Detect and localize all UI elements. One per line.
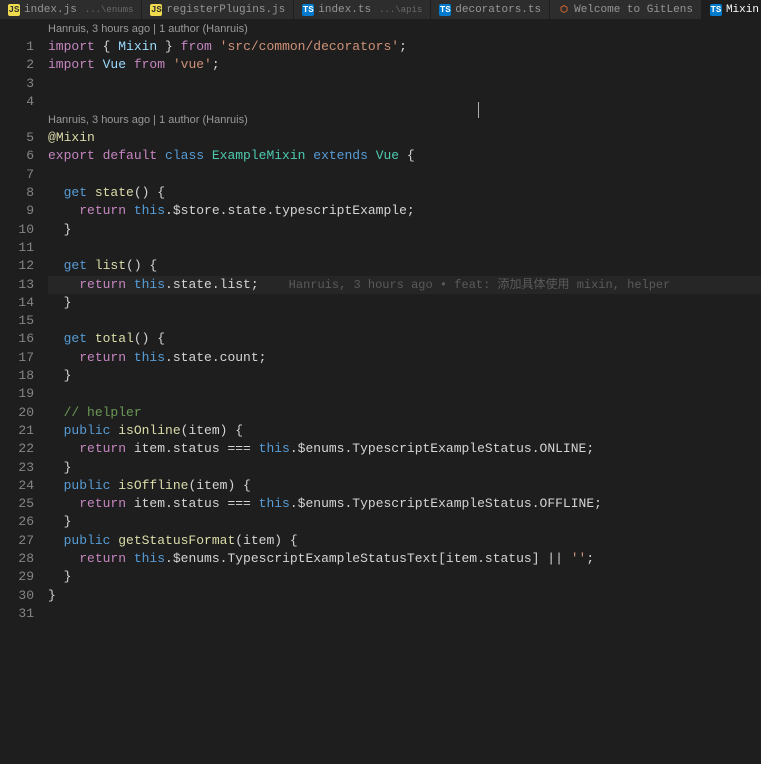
line-number: 18 — [0, 367, 34, 385]
tab-label: Mixin.ts — [726, 4, 761, 16]
code-line: } — [48, 568, 761, 586]
code-line: } — [48, 459, 761, 477]
line-number: 12 — [0, 257, 34, 275]
code-line: return this.$store.state.typescriptExamp… — [48, 202, 761, 220]
tab-index-js[interactable]: JS index.js ...\enums — [0, 0, 142, 19]
code-line: return item.status === this.$enums.Types… — [48, 495, 761, 513]
line-number: 13 — [0, 276, 34, 294]
tab-gitlens[interactable]: ⬡ Welcome to GitLens — [550, 0, 702, 19]
line-number: 8 — [0, 184, 34, 202]
code-line: get state() { — [48, 184, 761, 202]
line-number: 15 — [0, 312, 34, 330]
code-line: } — [48, 513, 761, 531]
line-number: 17 — [0, 349, 34, 367]
tab-register-plugins[interactable]: JS registerPlugins.js — [142, 0, 294, 19]
gitlens-icon: ⬡ — [558, 4, 570, 16]
tab-label: Welcome to GitLens — [574, 4, 693, 16]
tab-label: index.ts — [318, 4, 371, 16]
code-line: return this.state.count; — [48, 349, 761, 367]
line-number: 5 — [0, 129, 34, 147]
code-area[interactable]: Hanruis, 3 hours ago | 1 author (Hanruis… — [48, 20, 761, 764]
code-line — [48, 93, 761, 111]
code-line — [48, 312, 761, 330]
line-number: 22 — [0, 440, 34, 458]
line-number: 31 — [0, 605, 34, 623]
line-number: 24 — [0, 477, 34, 495]
code-line — [48, 239, 761, 257]
code-line: public isOffline(item) { — [48, 477, 761, 495]
tab-decorators[interactable]: TS decorators.ts — [431, 0, 550, 19]
code-line: public isOnline(item) { — [48, 422, 761, 440]
js-icon: JS — [8, 4, 20, 16]
line-number: 9 — [0, 202, 34, 220]
code-line: // helpler — [48, 404, 761, 422]
git-blame-inline: Hanruis, 3 hours ago • feat: 添加具体使用 mixi… — [289, 278, 671, 292]
line-number: 27 — [0, 532, 34, 550]
tab-mixin-active[interactable]: TS Mixin.ts × — [702, 0, 761, 19]
code-line: import { Mixin } from 'src/common/decora… — [48, 38, 761, 56]
ts-icon: TS — [710, 4, 722, 16]
code-line — [48, 385, 761, 403]
tab-label: registerPlugins.js — [166, 4, 285, 16]
line-number: 14 — [0, 294, 34, 312]
text-cursor — [478, 102, 479, 118]
code-line: import Vue from 'vue'; — [48, 56, 761, 74]
tab-desc: ...\enums — [85, 5, 134, 15]
code-line — [48, 166, 761, 184]
line-number: 4 — [0, 93, 34, 111]
line-number: 2 — [0, 56, 34, 74]
line-number: 25 — [0, 495, 34, 513]
code-line: return item.status === this.$enums.Types… — [48, 440, 761, 458]
line-number: 6 — [0, 147, 34, 165]
line-number: 26 — [0, 513, 34, 531]
tab-label: index.js — [24, 4, 77, 16]
line-number-gutter: 1 2 3 4 5 6 7 8 9 10 11 12 13 14 15 16 1… — [0, 20, 48, 764]
tab-desc: ...\apis — [379, 5, 422, 15]
codelens-authors[interactable]: Hanruis, 3 hours ago | 1 author (Hanruis… — [48, 111, 761, 129]
line-number: 10 — [0, 221, 34, 239]
tab-label: decorators.ts — [455, 4, 541, 16]
code-line: } — [48, 221, 761, 239]
code-line: } — [48, 367, 761, 385]
line-number: 28 — [0, 550, 34, 568]
line-number: 7 — [0, 166, 34, 184]
code-line: get list() { — [48, 257, 761, 275]
editor[interactable]: 1 2 3 4 5 6 7 8 9 10 11 12 13 14 15 16 1… — [0, 20, 761, 764]
code-line: @Mixin — [48, 129, 761, 147]
line-number: 1 — [0, 38, 34, 56]
line-number: 23 — [0, 459, 34, 477]
code-line: } — [48, 294, 761, 312]
code-line: } — [48, 587, 761, 605]
code-line: public getStatusFormat(item) { — [48, 532, 761, 550]
code-line — [48, 605, 761, 623]
tab-bar: JS index.js ...\enums JS registerPlugins… — [0, 0, 761, 20]
line-number: 29 — [0, 568, 34, 586]
line-number: 3 — [0, 75, 34, 93]
code-line: export default class ExampleMixin extend… — [48, 147, 761, 165]
line-number: 20 — [0, 404, 34, 422]
line-number: 21 — [0, 422, 34, 440]
codelens-authors[interactable]: Hanruis, 3 hours ago | 1 author (Hanruis… — [48, 20, 761, 38]
ts-icon: TS — [302, 4, 314, 16]
code-line-active: return this.state.list;Hanruis, 3 hours … — [48, 276, 761, 294]
tab-index-ts[interactable]: TS index.ts ...\apis — [294, 0, 431, 19]
js-icon: JS — [150, 4, 162, 16]
line-number: 11 — [0, 239, 34, 257]
code-line: return this.$enums.TypescriptExampleStat… — [48, 550, 761, 568]
line-number: 19 — [0, 385, 34, 403]
ts-icon: TS — [439, 4, 451, 16]
line-number: 30 — [0, 587, 34, 605]
code-line — [48, 75, 761, 93]
code-line: get total() { — [48, 330, 761, 348]
line-number: 16 — [0, 330, 34, 348]
